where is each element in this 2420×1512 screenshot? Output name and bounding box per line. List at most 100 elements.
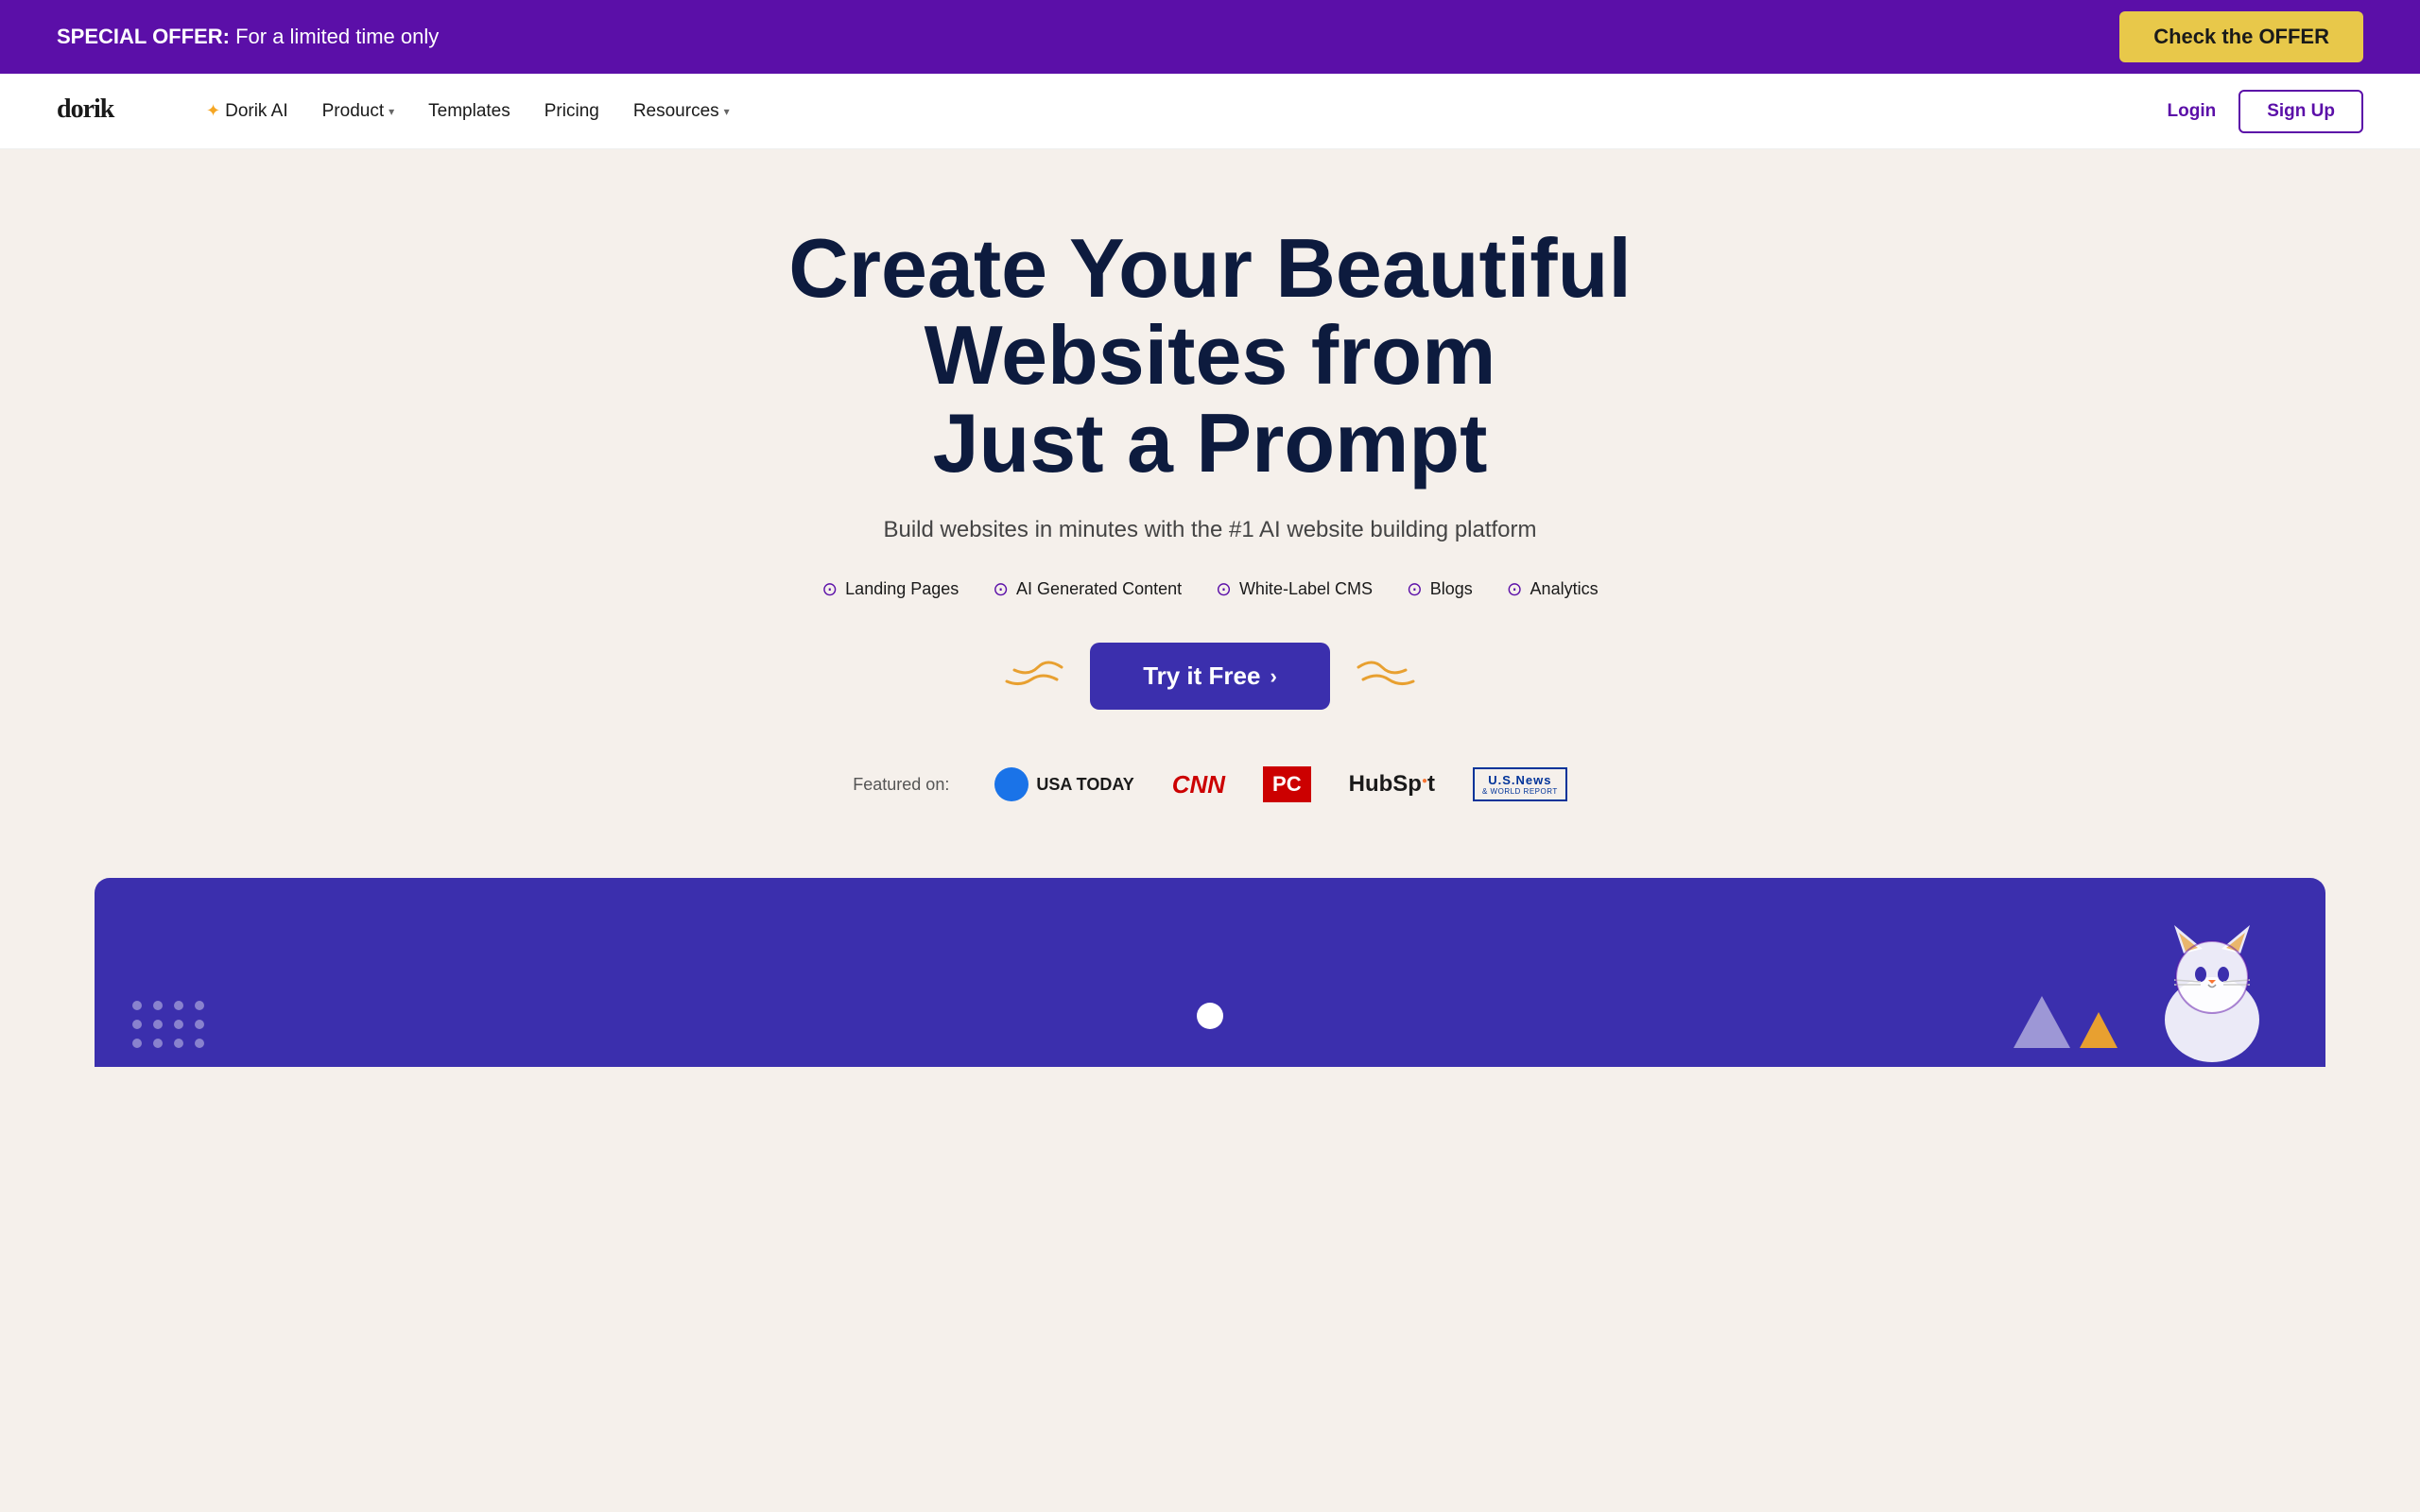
check-icon-analytics: ⊙	[1507, 577, 1523, 601]
dot-1	[132, 1001, 142, 1010]
triangle-outline-icon	[2014, 996, 2070, 1048]
nav-label-product: Product	[322, 101, 384, 122]
hubspot-text-hub: Hub	[1349, 771, 1393, 798]
dot-3	[174, 1001, 183, 1010]
hubspot-dot-icon: ●	[1422, 776, 1427, 786]
svg-text:dorik: dorik	[57, 94, 115, 124]
navbar-right: Login Sign Up	[2168, 90, 2363, 133]
usa-circle-icon	[994, 767, 1028, 801]
nav-label-dorik-ai: Dorik AI	[225, 101, 288, 122]
ai-star-icon: ✦	[206, 101, 220, 121]
feature-label-blogs: Blogs	[1430, 579, 1473, 599]
check-offer-button[interactable]: Check the OFFER	[2119, 11, 2363, 62]
feature-badge-landing-pages: ⊙ Landing Pages	[821, 577, 959, 601]
logo[interactable]: dorik	[57, 89, 161, 134]
hero-subtitle: Build websites in minutes with the #1 AI…	[38, 517, 2382, 543]
nav-item-templates[interactable]: Templates	[428, 101, 510, 122]
hubspot-spot-area: Sp ● t	[1392, 771, 1435, 798]
nav-item-product[interactable]: Product ▾	[322, 101, 395, 122]
nav-label-templates: Templates	[428, 101, 510, 122]
pc-text: PC	[1263, 766, 1311, 802]
featured-label: Featured on:	[853, 775, 949, 795]
usnews-top-text: U.S.News	[1488, 773, 1551, 787]
feature-label-ai-content: AI Generated Content	[1016, 579, 1182, 599]
nav-label-pricing: Pricing	[544, 101, 599, 122]
feature-badge-blogs: ⊙ Blogs	[1407, 577, 1473, 601]
dots-grid	[132, 1001, 206, 1048]
logo-cnn: CNN	[1172, 770, 1225, 799]
dot-11	[174, 1039, 183, 1048]
nav-link-templates[interactable]: Templates	[428, 101, 510, 122]
nav-label-resources: Resources	[633, 101, 719, 122]
chevron-down-icon: ▾	[389, 105, 394, 118]
feature-label-landing-pages: Landing Pages	[845, 579, 959, 599]
nav-link-dorik-ai[interactable]: ✦ Dorik AI	[206, 101, 288, 122]
feature-badge-white-label: ⊙ White-Label CMS	[1216, 577, 1373, 601]
squiggle-right-icon	[1349, 653, 1425, 700]
arrow-icon: ›	[1270, 664, 1276, 689]
nav-links: ✦ Dorik AI Product ▾ Templates Pricing	[206, 101, 730, 122]
usnews-sub-text: & WORLD REPORT	[1482, 787, 1558, 796]
preview-wrapper	[0, 878, 2420, 1067]
feature-label-white-label: White-Label CMS	[1239, 579, 1373, 599]
preview-center-dot	[1197, 1003, 1223, 1029]
check-icon-white: ⊙	[1216, 577, 1232, 601]
dot-10	[153, 1039, 163, 1048]
dot-9	[132, 1039, 142, 1048]
dot-8	[195, 1020, 204, 1029]
dot-4	[195, 1001, 204, 1010]
feature-badge-ai-content: ⊙ AI Generated Content	[993, 577, 1182, 601]
hero-title: Create Your Beautiful Websites from Just…	[643, 225, 1777, 487]
hero-section: Create Your Beautiful Websites from Just…	[0, 149, 2420, 878]
dot-6	[153, 1020, 163, 1029]
announcement-strong: SPECIAL OFFER:	[57, 25, 230, 48]
check-icon-ai: ⊙	[993, 577, 1009, 601]
logo-usa-today: USA TODAY	[994, 767, 1133, 801]
navbar: dorik ✦ Dorik AI Product ▾ Templates	[0, 74, 2420, 149]
announcement-bar: SPECIAL OFFER: For a limited time only C…	[0, 0, 2420, 74]
nav-link-pricing[interactable]: Pricing	[544, 101, 599, 122]
nav-link-product[interactable]: Product ▾	[322, 101, 395, 122]
logo-svg: dorik	[57, 89, 161, 127]
login-button[interactable]: Login	[2168, 101, 2217, 122]
dot-12	[195, 1039, 204, 1048]
nav-item-resources[interactable]: Resources ▾	[633, 101, 730, 122]
hero-title-line2: Just a Prompt	[933, 396, 1488, 490]
dot-7	[174, 1020, 183, 1029]
logo-text: dorik	[57, 102, 161, 133]
hero-title-line1: Create Your Beautiful Websites from	[788, 221, 1632, 402]
signup-button[interactable]: Sign Up	[2238, 90, 2363, 133]
nav-link-resources[interactable]: Resources ▾	[633, 101, 730, 122]
navbar-left: dorik ✦ Dorik AI Product ▾ Templates	[57, 89, 730, 134]
dot-5	[132, 1020, 142, 1029]
hubspot-text-ot: t	[1427, 771, 1435, 798]
feature-badges: ⊙ Landing Pages ⊙ AI Generated Content ⊙…	[38, 577, 2382, 601]
featured-logos: USA TODAY CNN PC Hub Sp ● t U.S.	[994, 766, 1566, 802]
cta-area: Try it Free ›	[38, 643, 2382, 710]
preview-triangles	[2014, 996, 2118, 1048]
check-icon-blogs: ⊙	[1407, 577, 1423, 601]
squiggle-left-icon	[995, 653, 1071, 700]
cnn-text: CNN	[1172, 770, 1225, 799]
cat-character-illustration	[2136, 916, 2288, 1067]
feature-badge-analytics: ⊙ Analytics	[1507, 577, 1599, 601]
nav-item-pricing[interactable]: Pricing	[544, 101, 599, 122]
chevron-down-icon-resources: ▾	[724, 105, 730, 118]
try-free-button[interactable]: Try it Free ›	[1090, 643, 1330, 710]
check-icon-landing: ⊙	[821, 577, 838, 601]
hubspot-text-sp: Sp	[1392, 771, 1422, 798]
logo-us-news: U.S.News & WORLD REPORT	[1473, 767, 1567, 801]
logo-pc-mag: PC	[1263, 766, 1311, 802]
preview-area	[95, 878, 2325, 1067]
logo-hubspot: Hub Sp ● t	[1349, 771, 1435, 798]
nav-item-dorik-ai[interactable]: ✦ Dorik AI	[206, 101, 288, 122]
triangle-filled-icon	[2080, 1012, 2118, 1048]
feature-label-analytics: Analytics	[1530, 579, 1599, 599]
try-free-label: Try it Free	[1143, 662, 1260, 691]
announcement-text: SPECIAL OFFER: For a limited time only	[57, 25, 439, 49]
usa-today-text: USA TODAY	[1036, 775, 1133, 795]
dot-2	[153, 1001, 163, 1010]
featured-on: Featured on: USA TODAY CNN PC Hub Sp ●	[38, 766, 2382, 802]
cat-svg	[2136, 916, 2288, 1067]
announcement-body: For a limited time only	[235, 25, 439, 48]
